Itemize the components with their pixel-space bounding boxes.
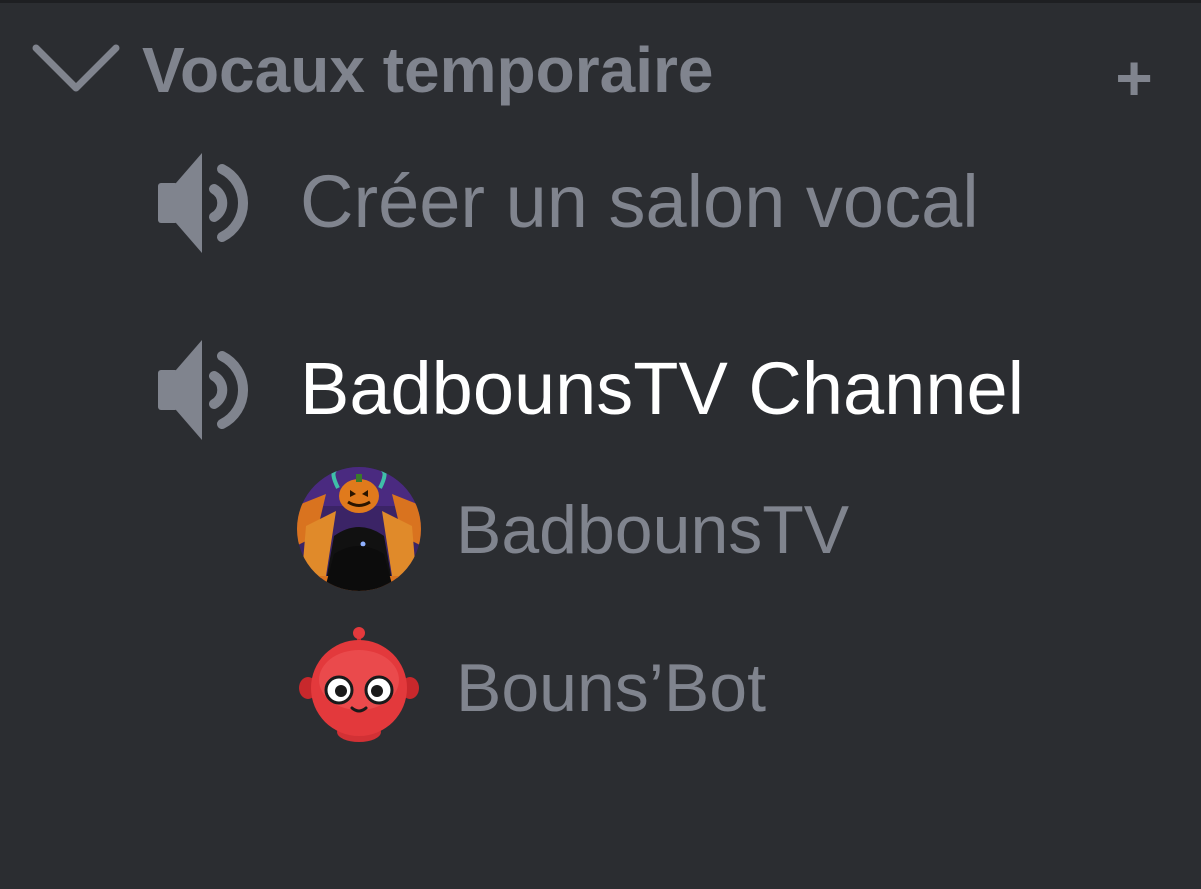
- voice-channel-badbounstv[interactable]: BadbounsTV Channel: [140, 332, 1180, 442]
- speaker-icon: [158, 340, 248, 440]
- voice-category-header[interactable]: Vocaux temporaire +: [0, 20, 1201, 115]
- voice-member-bounsbot[interactable]: Bouns’Bot: [296, 624, 1176, 754]
- member-name: Bouns’Bot: [456, 650, 766, 726]
- chevron-down-icon[interactable]: [30, 38, 122, 98]
- voice-channel-create[interactable]: Créer un salon vocal: [140, 145, 1180, 255]
- category-label: Vocaux temporaire: [142, 34, 714, 106]
- top-divider: [0, 0, 1201, 3]
- channel-label: BadbounsTV Channel: [300, 347, 1025, 430]
- member-name: BadbounsTV: [456, 492, 850, 568]
- red-robot-avatar: [299, 627, 419, 742]
- speaker-icon: [158, 153, 248, 253]
- voice-member-badbounstv[interactable]: BadbounsTV: [296, 466, 1176, 596]
- channel-label: Créer un salon vocal: [300, 160, 979, 243]
- pumpkin-head-avatar: [297, 467, 421, 591]
- plus-icon[interactable]: +: [1104, 46, 1164, 110]
